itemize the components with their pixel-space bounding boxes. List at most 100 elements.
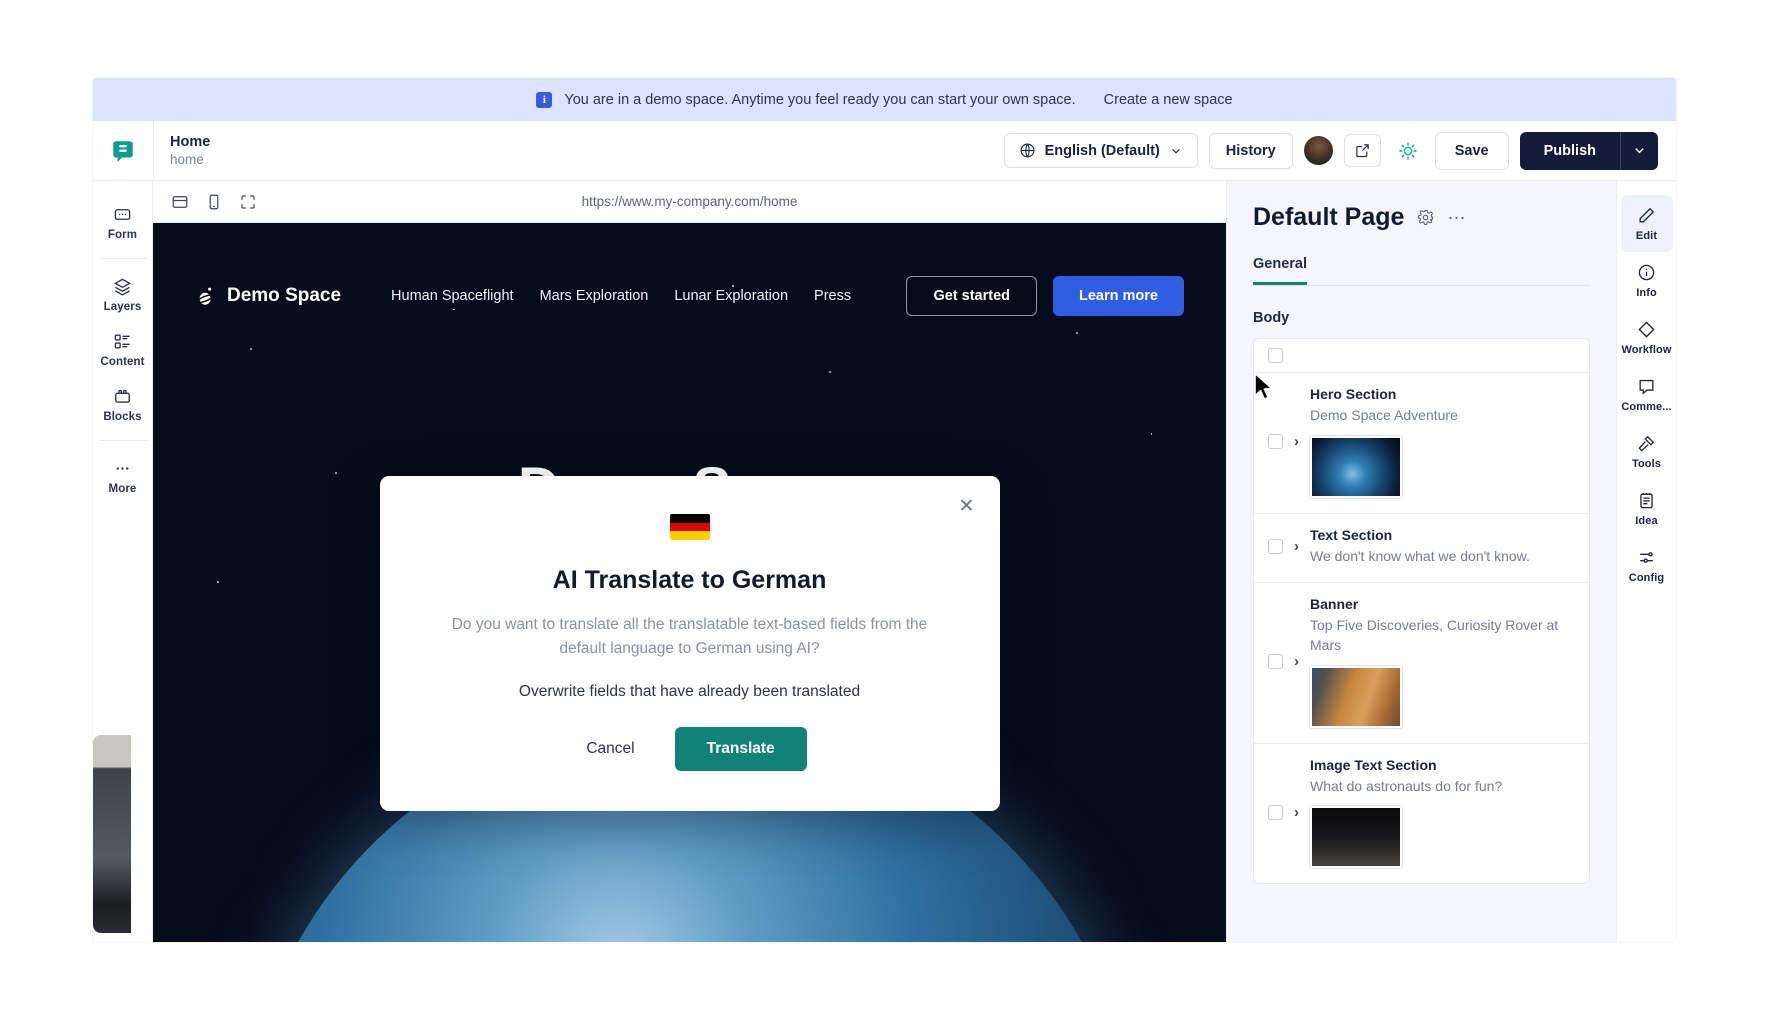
sidebar-item-label: Form [107,229,138,241]
nav-link[interactable]: Lunar Exploration [674,288,788,304]
sidebar-item-tools[interactable]: Tools [1621,423,1673,480]
chevron-right-icon[interactable]: › [1294,805,1299,820]
modal-overwrite-note: Overwrite fields that have already been … [518,683,861,701]
learn-more-button[interactable]: Learn more [1053,276,1184,316]
list-item[interactable]: › Text Section We don't know what we don… [1254,514,1589,583]
sidebar-item-label: Tools [1631,458,1661,470]
sidebar-item-more[interactable]: More [93,449,153,504]
save-label: Save [1454,142,1489,159]
cancel-button[interactable]: Cancel [572,729,648,769]
chevron-right-icon[interactable]: › [1294,654,1299,669]
language-selector[interactable]: English (Default) [1003,133,1198,168]
sidebar-item-idea[interactable]: Idea [1621,480,1673,537]
info-circle-icon [1638,264,1655,281]
get-started-button[interactable]: Get started [906,276,1038,316]
preview-url: https://www.my-company.com/home [581,194,798,209]
publish-label: Publish [1543,142,1596,159]
list-item[interactable]: › Image Text Section What do astronauts … [1254,744,1589,884]
preview-toolbar: https://www.my-company.com/home [153,181,1226,223]
sliders-icon [1640,552,1653,563]
nav-link[interactable]: Press [814,288,851,304]
avatar[interactable] [1303,136,1333,165]
row-thumbnail-mars-crater-image [1310,665,1402,728]
notepad-icon [1640,492,1653,509]
nav-link[interactable]: Mars Exploration [540,288,649,304]
language-label: English (Default) [1044,142,1160,159]
app-window: i You are in a demo space. Anytime you f… [93,78,1676,942]
sidebar-item-blocks[interactable]: Blocks [93,377,153,432]
sidebar-item-label: More [108,483,137,495]
desktop-view-icon[interactable] [171,193,189,211]
site-preview-stage: Demo Space Human Spaceflight Mars Explor… [153,223,1226,942]
translate-button[interactable]: Translate [674,727,807,772]
storyblok-logo-icon[interactable] [93,138,153,164]
row-checkbox[interactable] [1268,654,1283,670]
ai-assistant-button[interactable] [1392,135,1424,167]
mobile-view-icon[interactable] [205,193,223,211]
create-new-space-link[interactable]: Create a new space [1104,92,1233,108]
save-button[interactable]: Save [1434,131,1509,170]
panel-title: Default Page [1253,203,1405,231]
page-title: Home [170,134,211,150]
right-sidebar: Edit Info Workflow Comme... Tools Idea C… [1616,181,1676,942]
row-thumbnail-astronaut-moon-image [1310,806,1402,869]
chevron-right-icon[interactable]: › [1294,539,1299,554]
row-checkbox[interactable] [1268,434,1283,450]
sidebar-item-content[interactable]: Content [93,322,153,377]
row-subtitle: We don't know what we don't know. [1310,547,1530,564]
row-title: Hero Section [1310,386,1397,402]
publish-dropdown-button[interactable] [1620,131,1658,170]
row-subtitle: What do astronauts do for fun? [1310,777,1503,794]
hammer-icon [1638,435,1655,452]
form-icon [114,209,131,220]
close-icon[interactable]: ✕ [956,496,978,518]
nav-link[interactable]: Human Spaceflight [391,288,514,304]
list-select-all-row [1254,339,1589,373]
history-label: History [1225,142,1276,159]
site-brand[interactable]: Demo Space [195,285,341,307]
layers-icon [113,278,132,296]
info-icon: i [536,91,553,108]
chevron-right-icon[interactable]: › [1294,434,1299,449]
row-title: Text Section [1310,526,1393,543]
top-bar: Home home English (Default) History Save… [93,121,1676,181]
site-nav-links: Human Spaceflight Mars Exploration Lunar… [391,288,851,304]
demo-space-banner: i You are in a demo space. Anytime you f… [93,78,1676,121]
modal-title: AI Translate to German [552,566,827,594]
panel-more-icon[interactable]: ⋯ [1447,209,1467,227]
sidebar-item-layers[interactable]: Layers [93,267,153,322]
breadcrumb: Home home [153,121,210,180]
row-checkbox[interactable] [1268,539,1283,555]
main-row: Form Layers Content Blocks More https://… [93,181,1676,942]
sidebar-item-workflow[interactable]: Workflow [1621,309,1673,366]
tab-general[interactable]: General [1253,256,1307,285]
sidebar-item-comments[interactable]: Comme... [1621,366,1673,423]
body-sections-list: › Hero Section Demo Space Adventure › Te… [1253,338,1590,885]
sidebar-item-edit[interactable]: Edit [1620,195,1673,252]
sidebar-item-label: Layers [103,301,142,313]
sidebar-item-config[interactable]: Config [1621,537,1673,594]
sidebar-item-info[interactable]: Info [1621,252,1673,309]
ellipsis-icon [116,467,129,470]
publish-button[interactable]: Publish [1520,132,1620,170]
chevron-down-icon [1171,148,1180,154]
history-button[interactable]: History [1208,132,1293,169]
sidebar-item-label: Blocks [103,411,142,423]
select-all-checkbox[interactable] [1268,348,1283,363]
gear-icon[interactable] [1417,209,1434,226]
list-item[interactable]: › Hero Section Demo Space Adventure [1254,373,1589,514]
external-link-icon [1355,144,1369,158]
sidebar-item-form[interactable]: Form [93,195,153,250]
diamond-icon [1638,321,1655,338]
ai-sparkle-icon [1399,141,1417,160]
sidebar-item-label: Idea [1635,515,1658,527]
sidebar-item-label: Workflow [1621,344,1672,356]
open-external-button[interactable] [1343,134,1381,167]
preview-column: https://www.my-company.com/home Demo Spa… [153,181,1226,942]
row-checkbox[interactable] [1268,804,1283,820]
fullscreen-icon[interactable] [239,193,257,211]
sidebar-item-label: Comme... [1621,401,1672,413]
row-thumbnail-earth-image [1310,435,1402,498]
divider [98,258,147,259]
list-item[interactable]: › Banner Top Five Discoveries, Curiosity… [1254,583,1589,744]
